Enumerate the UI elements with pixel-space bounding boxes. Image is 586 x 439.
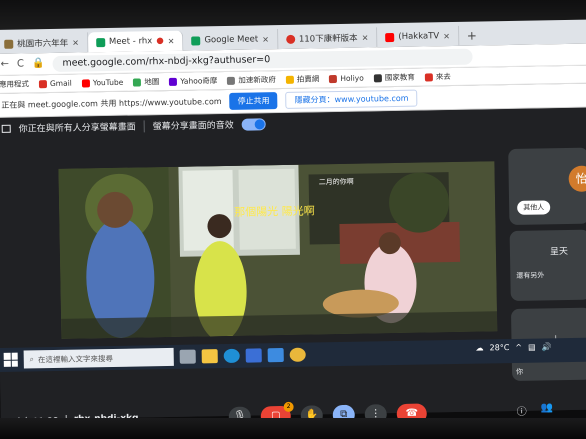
- screen: 桃園市六年年 ✕ Meet - rhx ● ✕ Google Meet ✕ 110下康軒…: [0, 19, 586, 427]
- reload-icon[interactable]: C: [17, 58, 24, 69]
- video-overlay-title: 二月的你啊: [319, 177, 354, 187]
- avatar: 怡: [568, 165, 586, 192]
- share-notice-text: 正在與 meet.google.com 共用 https://www.youtu…: [1, 97, 222, 110]
- bookmark-gov[interactable]: 加速新政府: [227, 74, 276, 86]
- yahoo-icon: [169, 77, 178, 86]
- divider: [143, 119, 145, 132]
- meet-icon: [95, 37, 106, 47]
- mail-icon[interactable]: [267, 347, 284, 363]
- photo-frame: 桃園市六年年 ✕ Meet - rhx ● ✕ Google Meet ✕ 110下康軒…: [0, 0, 586, 439]
- back-icon[interactable]: ←: [1, 59, 10, 70]
- participant-tile-2[interactable]: 呈天 還有另外: [509, 229, 586, 302]
- network-icon[interactable]: ▤: [528, 343, 536, 352]
- meet-icon: [191, 35, 201, 46]
- volume-icon[interactable]: 🔊: [542, 342, 552, 351]
- edge-icon[interactable]: [223, 348, 240, 364]
- windows-start-icon[interactable]: [3, 352, 18, 367]
- others-chip[interactable]: 其他人: [517, 200, 551, 215]
- notification-badge: 2: [283, 401, 294, 413]
- hide-button[interactable]: 隱藏分頁：www.youtube.com: [285, 89, 418, 109]
- task-view-icon[interactable]: [179, 349, 196, 364]
- close-icon[interactable]: ✕: [362, 33, 369, 42]
- close-icon[interactable]: ✕: [72, 38, 79, 47]
- video-subtitle: 那個陽光 陽光啊: [234, 203, 315, 218]
- stop-sharing-button[interactable]: 停止共用: [229, 92, 278, 110]
- bookmark-edu[interactable]: 國家教育: [373, 72, 415, 84]
- tab-textbook[interactable]: 110下康軒版本 ✕: [277, 27, 378, 50]
- maps-icon: [133, 77, 142, 87]
- bookmark-gmail[interactable]: Gmail: [38, 79, 72, 89]
- bookmark-yahoo[interactable]: Yahoo奇摩: [169, 75, 217, 87]
- presenting-text: 你正在與所有人分享螢幕畫面: [18, 122, 136, 135]
- new-tab-button[interactable]: +: [459, 25, 485, 45]
- search-icon: ⌕: [29, 354, 35, 364]
- share-audio-label: 螢幕分享畫面的音效: [152, 120, 234, 133]
- record-icon: [285, 34, 295, 44]
- more-participants: 還有另外: [516, 271, 545, 280]
- meet-stage: 你正在與所有人分享螢幕畫面 螢幕分享畫面的音效 那個陽光 陽光啊 二月的你啊 怡…: [0, 107, 586, 427]
- temperature: 28°C: [489, 343, 510, 353]
- globe-icon: [373, 73, 382, 82]
- tab-hakka[interactable]: (HakkaTV ✕: [377, 25, 460, 48]
- weather-icon: ☁: [475, 343, 484, 353]
- participant-name: 呈天: [549, 247, 569, 258]
- participant-tile-1[interactable]: 怡 其他人: [508, 147, 586, 226]
- bookmark-icon: [424, 72, 433, 81]
- self-name: 你: [515, 367, 524, 376]
- bookmark-maps[interactable]: 地圖: [133, 76, 159, 87]
- bookmark-apps[interactable]: 應用程式: [0, 78, 29, 90]
- store-icon[interactable]: [245, 348, 262, 363]
- monitor-bottom-bezel: [0, 418, 586, 439]
- video-frame-illustration: 那個陽光 陽光啊 二月的你啊: [58, 161, 498, 339]
- shared-video[interactable]: 那個陽光 陽光啊 二月的你啊: [58, 161, 498, 339]
- bookmark-youtube[interactable]: YouTube: [81, 78, 123, 88]
- info-icon[interactable]: ⓘ: [517, 403, 527, 418]
- tab-google-meet[interactable]: Google Meet ✕: [183, 29, 279, 51]
- lock-icon: 🔒: [31, 58, 45, 70]
- presenting-banner: 你正在與所有人分享螢幕畫面 螢幕分享畫面的音效: [1, 117, 266, 135]
- chrome-icon[interactable]: [289, 347, 306, 362]
- taskbar-search[interactable]: ⌕ 在這裡輸入文字來搜尋: [23, 347, 174, 369]
- screen-share-icon: [1, 124, 11, 133]
- bookmark-more[interactable]: 來去: [424, 71, 451, 82]
- people-icon[interactable]: 👥: [541, 402, 554, 417]
- close-icon[interactable]: ✕: [443, 32, 450, 41]
- bookmark-holiyo[interactable]: Holiyo: [329, 74, 364, 84]
- document-icon: [227, 76, 236, 85]
- recording-dot-icon: ●: [156, 36, 164, 47]
- system-tray: ☁ 28°C ^ ▤ 🔊: [476, 342, 552, 352]
- bookmark-auction[interactable]: 拍賣網: [285, 73, 320, 85]
- folder-icon: [285, 75, 294, 84]
- youtube-icon: [81, 78, 90, 87]
- holiyo-icon: [329, 74, 338, 83]
- tab-1[interactable]: 桃園市六年年 ✕: [0, 32, 89, 54]
- close-icon[interactable]: ✕: [262, 35, 269, 44]
- close-icon[interactable]: ✕: [168, 36, 175, 45]
- gmail-icon: [38, 79, 48, 88]
- youtube-icon: [385, 32, 395, 42]
- file-explorer-icon[interactable]: [201, 349, 218, 364]
- share-audio-toggle[interactable]: [241, 117, 266, 131]
- tab-meet-active[interactable]: Meet - rhx ● ✕: [87, 30, 184, 53]
- side-controls: ⓘ 👥: [517, 402, 554, 418]
- chevron-up-icon[interactable]: ^: [515, 343, 522, 352]
- classroom-icon: [4, 39, 14, 49]
